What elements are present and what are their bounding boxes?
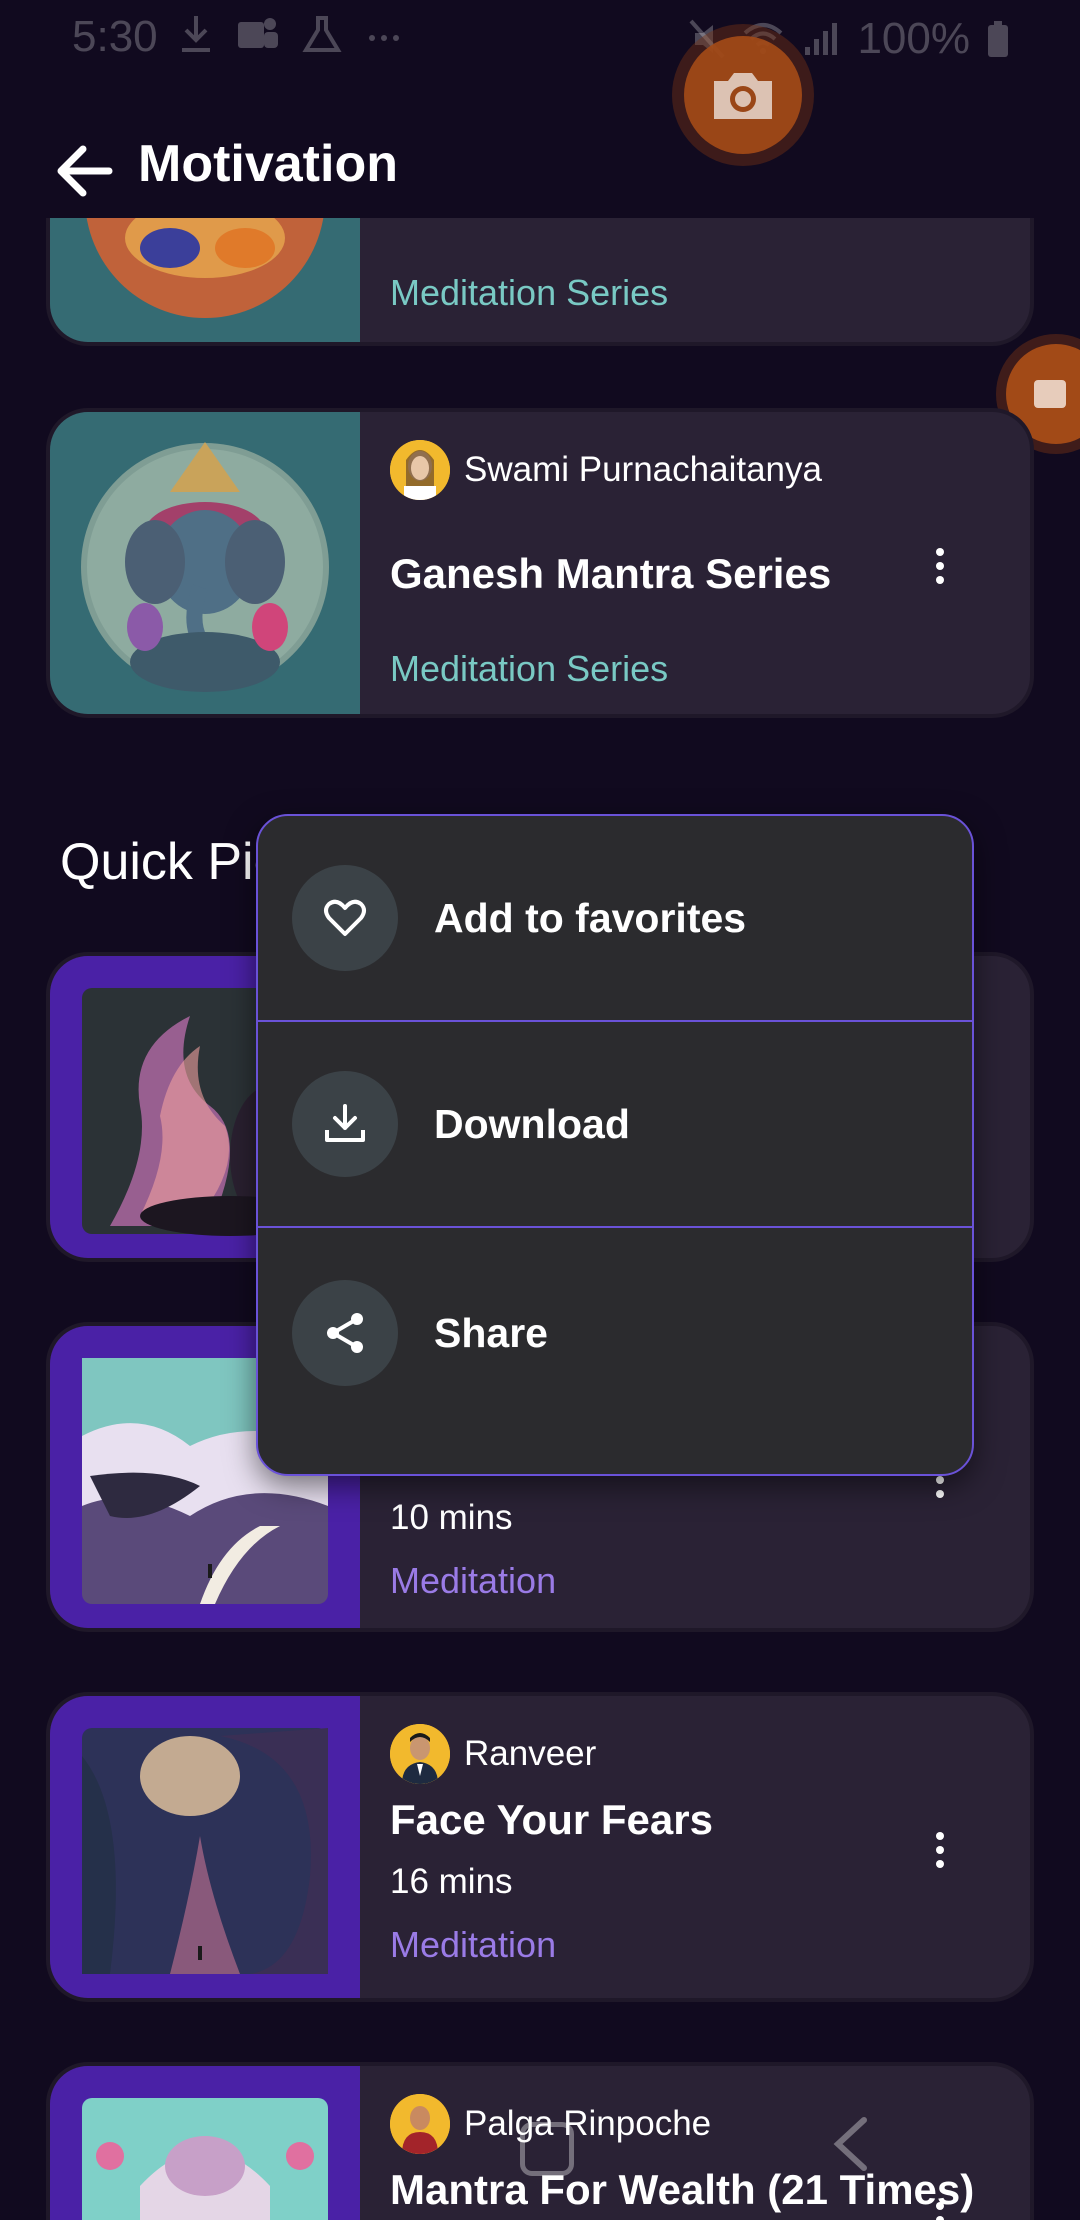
teams-icon xyxy=(238,18,278,48)
author-avatar xyxy=(390,440,450,500)
camera-icon xyxy=(714,73,772,119)
battery-percent: 100% xyxy=(857,14,970,63)
avatar-image xyxy=(390,1724,450,1784)
app-screen: 5:30 100% Motivation Meditation Series S… xyxy=(0,0,1080,2220)
author-row: Swami Purnachaitanya xyxy=(390,440,822,500)
series-card-partial[interactable]: Meditation Series xyxy=(46,218,1034,346)
ganesh-artwork xyxy=(81,442,329,692)
menu-item-download[interactable]: Download xyxy=(258,1022,972,1228)
kebab-dot xyxy=(936,1860,944,1868)
card-thumbnail xyxy=(50,412,360,714)
kebab-dot xyxy=(936,1832,944,1840)
flask-icon xyxy=(302,16,342,52)
page-title: Motivation xyxy=(138,135,398,193)
more-options-button[interactable] xyxy=(920,1820,960,1880)
menu-item-label: Share xyxy=(434,1309,548,1356)
menu-item-add-to-favorites[interactable]: Add to favorites xyxy=(258,816,972,1022)
avatar-image xyxy=(390,2094,450,2154)
author-row: Ranveer xyxy=(390,1724,596,1784)
card-body: Ranveer Face Your Fears 16 mins Meditati… xyxy=(390,1696,930,1998)
share-icon xyxy=(327,1313,363,1353)
card-title: Face Your Fears xyxy=(390,1796,713,1843)
series-card[interactable]: Swami Purnachaitanya Ganesh Mantra Serie… xyxy=(46,408,1034,718)
card-title: Ganesh Mantra Series xyxy=(390,550,832,597)
deity-artwork xyxy=(86,218,324,318)
back-button[interactable] xyxy=(50,136,120,206)
card-duration: 10 mins xyxy=(390,1498,513,1537)
more-icon xyxy=(369,35,399,41)
card-thumbnail xyxy=(50,2066,360,2220)
card-title: Mantra For Wealth (21 Times) xyxy=(390,2166,975,2213)
card-body: Meditation Series xyxy=(390,218,930,342)
kebab-dot xyxy=(936,562,944,570)
card-category: Meditation Series xyxy=(390,272,669,313)
screenshot-camera-button[interactable] xyxy=(684,36,802,154)
author-name: Ranveer xyxy=(464,1734,597,1773)
card-body: Swami Purnachaitanya Ganesh Mantra Serie… xyxy=(390,412,930,714)
status-icons-left xyxy=(178,14,404,54)
card-category: Meditation Series xyxy=(390,648,669,689)
kebab-dot xyxy=(936,2202,944,2210)
kebab-dot xyxy=(936,2216,944,2220)
signal-icon xyxy=(805,23,838,55)
avatar-image xyxy=(390,440,450,500)
menu-icon-container xyxy=(292,865,398,971)
card-thumbnail xyxy=(50,1696,360,1998)
more-options-button[interactable] xyxy=(920,536,960,596)
card-category: Meditation xyxy=(390,1560,557,1601)
card-thumbnail xyxy=(50,218,360,342)
kebab-dot xyxy=(936,548,944,556)
nav-home-button[interactable] xyxy=(520,2122,574,2176)
arrow-left-icon xyxy=(57,145,113,197)
status-bar: 5:30 100% xyxy=(0,0,1080,76)
kebab-dot xyxy=(936,1490,944,1498)
app-header: Motivation xyxy=(0,110,1080,220)
kebab-dot xyxy=(936,576,944,584)
menu-item-label: Download xyxy=(434,1100,630,1147)
menu-item-share[interactable]: Share xyxy=(258,1230,972,1436)
meditation-card[interactable]: Ranveer Face Your Fears 16 mins Meditati… xyxy=(46,1692,1034,2002)
forest-face-artwork xyxy=(82,1728,328,1974)
menu-icon-container xyxy=(292,1071,398,1177)
kebab-dot xyxy=(936,1846,944,1854)
heart-icon xyxy=(324,899,366,936)
author-avatar xyxy=(390,1724,450,1784)
card-category: Meditation xyxy=(390,1924,557,1965)
author-avatar xyxy=(390,2094,450,2154)
battery-icon xyxy=(988,21,1008,57)
card-duration: 16 mins xyxy=(390,1862,513,1901)
menu-item-label: Add to favorites xyxy=(434,894,747,941)
menu-icon-container xyxy=(292,1280,398,1386)
more-options-button[interactable] xyxy=(920,2190,960,2220)
download-icon xyxy=(325,1104,365,1142)
status-time: 5:30 xyxy=(72,12,158,61)
author-name: Palga Rinpoche xyxy=(464,2104,712,2143)
video-icon xyxy=(1034,380,1066,408)
download-icon xyxy=(182,16,210,52)
author-name: Swami Purnachaitanya xyxy=(464,450,822,489)
deity-wealth-artwork xyxy=(82,2098,328,2220)
options-popup-menu: Add to favorites Download Share xyxy=(256,814,974,1476)
kebab-dot xyxy=(936,1476,944,1484)
nav-back-icon[interactable] xyxy=(826,2116,876,2172)
